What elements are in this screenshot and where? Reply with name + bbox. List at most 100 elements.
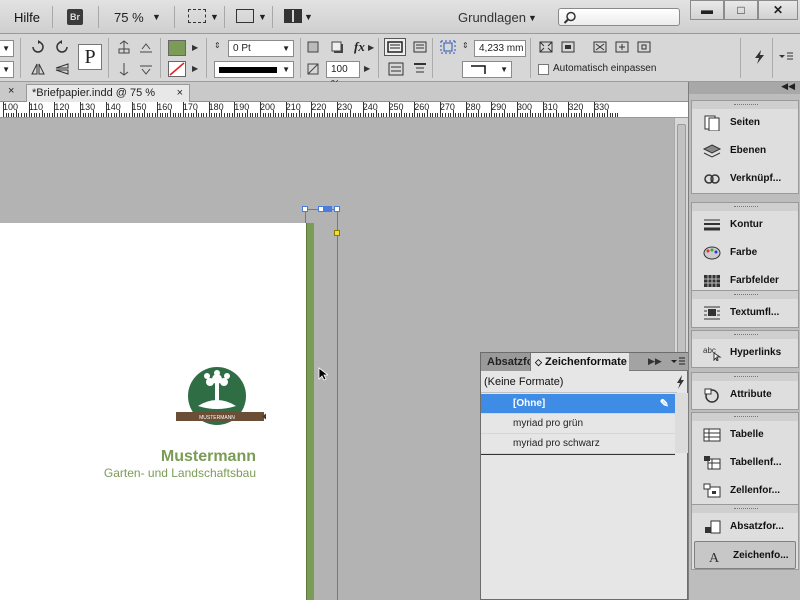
tab-briefpapier[interactable]: *Briefpapier.indd @ 75 % × <box>26 84 190 102</box>
character-styles-panel[interactable]: Absatzformate ◇ Zeichenformate ▶▶ (Keine… <box>480 352 689 600</box>
arrange-documents-icon[interactable] <box>284 9 302 23</box>
dock-item-hyperlinks[interactable]: abc Hyperlinks <box>692 339 798 367</box>
stroke-type-dropdown[interactable]: ▼ <box>214 61 294 78</box>
chevron-right-icon[interactable]: ▶ <box>368 43 374 52</box>
select-previous-icon[interactable] <box>116 62 132 76</box>
content-grabber-handle[interactable] <box>324 206 332 212</box>
character-style-item[interactable]: myriad pro grün <box>481 414 675 434</box>
tab-paragraph-styles[interactable]: Absatzformate <box>481 353 530 371</box>
reference-point-dropdown[interactable]: ▼ <box>0 40 14 57</box>
chevron-down-icon[interactable]: ▼ <box>210 12 219 22</box>
bridge-button[interactable]: Br <box>67 9 83 25</box>
fill-color-swatch[interactable] <box>168 40 186 56</box>
fit-frame-to-content-icon[interactable] <box>560 40 576 54</box>
chevron-right-icon[interactable]: ▶ <box>192 64 198 73</box>
reference-point-dropdown-2[interactable]: ▼ <box>0 61 14 78</box>
select-content-icon[interactable] <box>138 40 154 54</box>
panel-group-grip[interactable] <box>692 373 798 381</box>
lightning-bolt-icon[interactable] <box>752 50 768 64</box>
fill-frame-proportionally-icon[interactable] <box>614 40 630 54</box>
dock-item-paragraph-styles[interactable]: Absatzfor... <box>692 513 798 541</box>
dock-item-color-palette[interactable]: Farbe <box>692 239 798 267</box>
maximize-button[interactable]: □ <box>724 0 758 20</box>
rotate-cw-icon[interactable] <box>30 40 46 54</box>
close-icon[interactable]: × <box>8 85 14 97</box>
collapse-panel-icon[interactable]: ▶▶ <box>648 356 662 367</box>
dock-item-table[interactable]: Tabelle <box>692 421 798 449</box>
stepper-icon[interactable]: ⇕ <box>462 41 469 50</box>
screen-mode-icon[interactable] <box>236 9 254 23</box>
fit-content-to-frame-icon[interactable] <box>592 40 608 54</box>
dimension-field[interactable]: 4,233 mm <box>474 40 526 57</box>
chevron-right-icon[interactable]: ▶ <box>192 43 198 52</box>
ruler-tick <box>321 113 323 117</box>
dock-item-text-wrap[interactable]: Textumfl... <box>692 299 798 327</box>
panel-group-grip[interactable] <box>692 413 798 421</box>
close-button[interactable]: ✕ <box>758 0 798 20</box>
flip-horizontal-icon[interactable] <box>30 62 46 76</box>
minimize-button[interactable]: ▬ <box>690 0 724 20</box>
dock-item-cell-styles[interactable]: Zellenfor... <box>692 477 798 505</box>
drop-shadow-icon[interactable] <box>330 40 346 54</box>
dimensions-icon[interactable] <box>440 40 456 54</box>
frame-align-icon[interactable] <box>412 62 428 76</box>
panel-group-grip[interactable] <box>692 203 798 211</box>
rotate-ccw-icon[interactable] <box>54 40 70 54</box>
tab-character-styles[interactable]: ◇ Zeichenformate <box>530 353 629 371</box>
corner-options-dropdown[interactable]: ▼ <box>462 61 512 78</box>
panel-group-grip[interactable] <box>692 331 798 339</box>
opacity-icon[interactable] <box>306 40 322 54</box>
opacity-stepper-icon[interactable] <box>306 62 322 76</box>
opacity-field[interactable]: 100 % <box>326 61 360 90</box>
fit-content-proportionally-icon[interactable] <box>538 40 554 54</box>
chevron-down-icon[interactable]: ▼ <box>152 12 161 22</box>
select-container-icon[interactable] <box>116 40 132 54</box>
dock-item-character-styles[interactable]: A Zeichenfo... <box>694 541 796 569</box>
company-logo[interactable]: MUSTERMANN <box>176 366 266 434</box>
dock-item-stroke[interactable]: Kontur <box>692 211 798 239</box>
panel-menu-icon[interactable] <box>669 355 687 368</box>
frame-center-icon[interactable] <box>412 40 428 54</box>
dock-item-layers[interactable]: Ebenen <box>692 137 798 165</box>
stepper-icon[interactable]: ⇕ <box>214 41 221 50</box>
chevron-right-icon[interactable]: ▶ <box>364 64 370 73</box>
flip-vertical-icon[interactable] <box>54 62 70 76</box>
horizontal-ruler[interactable]: 100 110 120 130 140 150 160 170 180 190 200 210 220 2… <box>0 102 688 118</box>
panel-menu-icon[interactable] <box>778 50 794 64</box>
workspace-switcher[interactable]: Grundlagen <box>458 10 526 25</box>
dock-item-table-styles[interactable]: Tabellenf... <box>692 449 798 477</box>
resize-handle-top-right[interactable] <box>334 206 340 212</box>
zoom-level-dropdown[interactable]: 75 % <box>114 10 144 25</box>
panel-group-grip[interactable] <box>692 101 798 109</box>
chevron-down-icon[interactable]: ▼ <box>258 12 267 22</box>
quick-apply-icon[interactable] <box>675 375 687 389</box>
stroke-weight-field[interactable]: 0 Pt ▼ <box>228 40 294 57</box>
corner-effects-handle[interactable] <box>334 230 340 236</box>
edit-style-icon[interactable]: ✎ <box>660 394 669 414</box>
auto-fit-checkbox[interactable] <box>538 64 549 75</box>
dock-item-attributes[interactable]: Attribute <box>692 381 798 409</box>
green-side-bar[interactable] <box>306 223 314 600</box>
menu-help[interactable]: Hilfe <box>14 10 40 25</box>
stroke-color-swatch[interactable] <box>168 61 186 77</box>
character-style-item[interactable]: myriad pro schwarz <box>481 434 675 454</box>
effects-fx-icon[interactable]: fx <box>354 39 365 55</box>
expand-panels-icon[interactable]: ◀◀ <box>781 81 795 92</box>
frame-outside-icon[interactable] <box>388 62 404 76</box>
panel-group-grip[interactable] <box>692 291 798 299</box>
search-input[interactable] <box>558 8 680 26</box>
character-style-item[interactable]: [Ohne] ✎ <box>481 394 675 414</box>
center-content-icon[interactable] <box>636 40 652 54</box>
chevron-down-icon[interactable]: ▼ <box>304 12 313 22</box>
panel-group-grip[interactable] <box>692 505 798 513</box>
select-next-icon[interactable] <box>138 62 154 76</box>
panel-scrollbar[interactable] <box>675 393 688 453</box>
align-inside-button[interactable] <box>384 38 406 56</box>
dock-item-pages[interactable]: Seiten <box>692 109 798 137</box>
separator <box>530 38 531 78</box>
dock-item-links[interactable]: Verknüpf... <box>692 165 798 193</box>
chevron-down-icon[interactable]: ▼ <box>528 13 537 23</box>
tab-close-icon[interactable]: × <box>177 85 183 101</box>
resize-handle-top-left[interactable] <box>302 206 308 212</box>
view-options-icon[interactable] <box>188 9 206 23</box>
